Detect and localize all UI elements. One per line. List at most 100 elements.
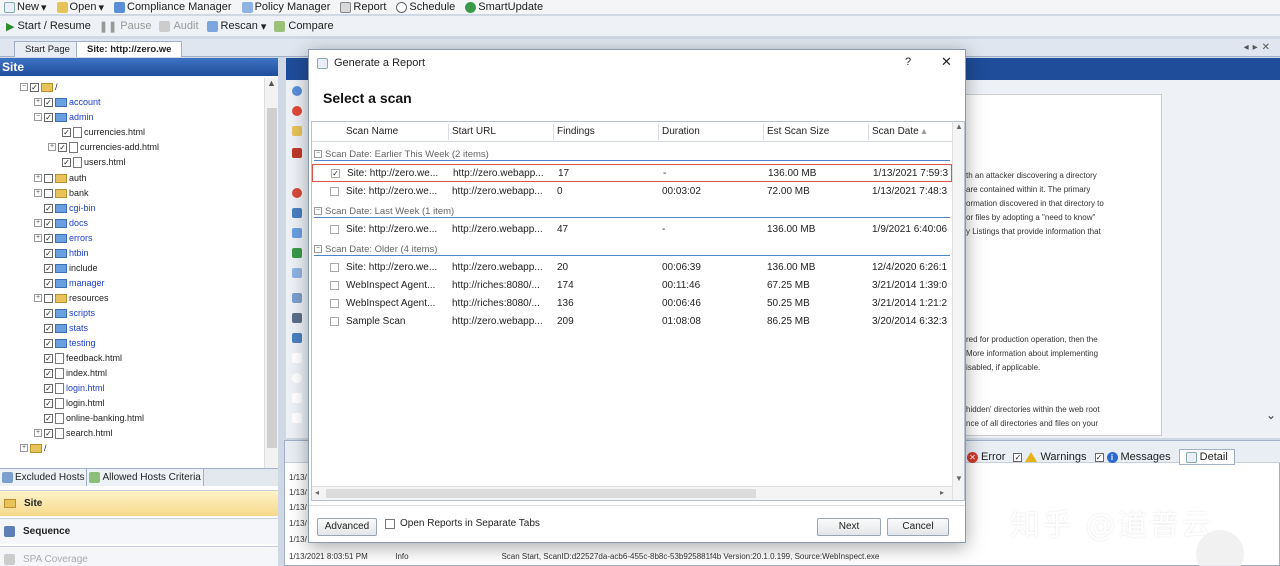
scroll-right-icon[interactable]: ▸ [940, 488, 944, 497]
scan-row[interactable]: Sample Scan http://zero.webapp... 209 01… [312, 313, 952, 331]
tree-node-file[interactable]: ✓ online-banking.html [34, 411, 144, 425]
group-header[interactable]: − Scan Date: Older (4 items) [314, 242, 437, 256]
filter-messages[interactable]: ✓ i Messages [1094, 451, 1171, 463]
tree-node-htbin[interactable]: ✓ htbin [34, 246, 89, 260]
collapse-icon[interactable]: − [314, 207, 322, 215]
log-row[interactable]: 1/13/2021 8:03:51 PM Info Scan Start, Sc… [289, 552, 879, 561]
link-icon[interactable] [292, 333, 302, 343]
tree-node-file[interactable]: ✓ users.html [62, 155, 126, 169]
nav-sequence[interactable]: Sequence [0, 518, 278, 544]
log-row[interactable]: 1/13/ [289, 473, 307, 482]
grid-horizontal-scrollbar[interactable]: ◂ ▸ [312, 486, 952, 500]
expand-icon[interactable]: + [34, 219, 42, 227]
expand-icon[interactable]: + [34, 189, 42, 197]
tree-node-cgi-bin[interactable]: ✓ cgi-bin [34, 201, 96, 215]
tree-node-file[interactable]: + ✓ search.html [34, 426, 113, 440]
tree-checkbox[interactable] [44, 293, 53, 303]
steps-icon[interactable] [292, 268, 302, 278]
nav-site[interactable]: Site [0, 490, 278, 516]
log-row[interactable]: 1/13/ [289, 535, 307, 544]
tree-node-errors[interactable]: + ✓ errors [34, 231, 93, 245]
tree-checkbox[interactable] [44, 188, 53, 198]
tree-node-testing[interactable]: ✓ testing [34, 336, 96, 350]
menu-schedule[interactable]: Schedule [396, 1, 455, 13]
tree-node-stats[interactable]: ✓ stats [34, 321, 88, 335]
expand-icon[interactable]: + [48, 143, 56, 151]
tree-node-resources[interactable]: + resources [34, 291, 109, 305]
column-header-duration[interactable]: Duration [662, 126, 700, 137]
tree-checkbox[interactable]: ✓ [62, 127, 71, 137]
links-icon[interactable] [292, 293, 302, 303]
tree-checkbox[interactable]: ✓ [44, 368, 53, 378]
menu-new[interactable]: New ▾ [4, 1, 47, 14]
column-header-findings[interactable]: Findings [557, 126, 595, 137]
cookie-icon[interactable] [292, 393, 302, 403]
open-separate-tabs-checkbox[interactable] [385, 518, 395, 529]
column-header-est-scan-size[interactable]: Est Scan Size [767, 126, 829, 137]
tree-node-bank[interactable]: + bank [34, 186, 89, 200]
row-checkbox[interactable] [330, 263, 339, 272]
tab-allowed-hosts[interactable]: Allowed Hosts Criteria [87, 469, 204, 486]
tree-checkbox[interactable]: ✓ [44, 263, 53, 273]
tree-checkbox[interactable]: ✓ [44, 97, 53, 107]
scan-row[interactable]: Site: http://zero.we... http://zero.weba… [312, 183, 952, 201]
rescan-button[interactable]: Rescan ▾ [206, 20, 266, 33]
tab-detail[interactable]: Detail [1178, 449, 1235, 465]
tree-node-manager[interactable]: ✓ manager [34, 276, 105, 290]
tree-checkbox[interactable]: ✓ [44, 398, 53, 408]
tree-checkbox[interactable]: ✓ [44, 413, 53, 423]
tree-node-file[interactable]: + ✓ currencies-add.html [48, 140, 159, 154]
nav-spa-coverage[interactable]: SPA Coverage [0, 546, 278, 566]
menu-policy-manager[interactable]: Policy Manager [241, 1, 330, 13]
column-header-scan-date[interactable]: Scan Date ▴ [872, 126, 927, 137]
tree-node-file[interactable]: ✓ login.html [34, 396, 105, 410]
tree-node-include[interactable]: ✓ include [34, 261, 98, 275]
expand-icon[interactable]: + [34, 429, 42, 437]
expand-icon[interactable]: + [34, 98, 42, 106]
next-button[interactable]: Next [817, 518, 881, 536]
collapse-icon[interactable]: − [20, 83, 28, 91]
collapse-icon[interactable]: − [314, 150, 322, 158]
log-row[interactable]: 1/13/ [289, 488, 307, 497]
text-icon[interactable] [292, 373, 302, 383]
log-row[interactable]: 1/13/ [289, 503, 307, 512]
group-header[interactable]: − Scan Date: Earlier This Week (2 items) [314, 147, 489, 161]
start-resume-button[interactable]: ▶ Start / Resume [6, 20, 91, 33]
tree-checkbox[interactable]: ✓ [44, 248, 53, 258]
tree-node-account[interactable]: + ✓ account [34, 95, 101, 109]
tree-checkbox[interactable]: ✓ [44, 338, 53, 348]
compare-button[interactable]: Compare [274, 20, 334, 32]
row-checkbox[interactable]: ✓ [331, 169, 340, 178]
comments-icon[interactable] [292, 353, 302, 363]
filter-warnings[interactable]: ✓ Warnings [1013, 451, 1087, 463]
tree-checkbox[interactable]: ✓ [44, 112, 53, 122]
tab-excluded-hosts[interactable]: Excluded Hosts [0, 469, 88, 486]
tree-node-root[interactable]: − ✓ / [20, 80, 58, 94]
tree-checkbox[interactable]: ✓ [44, 323, 53, 333]
scroll-thumb[interactable] [267, 108, 277, 448]
scroll-left-icon[interactable]: ◂ [315, 488, 319, 497]
tree-node-file[interactable]: ✓ feedback.html [34, 351, 122, 365]
tree-checkbox[interactable]: ✓ [58, 142, 67, 152]
tree-node-admin[interactable]: − ✓ admin [34, 110, 94, 124]
tree-node-root-2[interactable]: + / [20, 441, 47, 455]
scan-row[interactable]: WebInspect Agent... http://riches:8080/.… [312, 295, 952, 313]
audit-button[interactable]: Audit [159, 20, 199, 32]
cancel-button[interactable]: Cancel [887, 518, 949, 536]
chevron-down-icon[interactable]: ⌄ [1266, 408, 1276, 422]
tree-checkbox[interactable]: ✓ [44, 203, 53, 213]
tree-node-docs[interactable]: + ✓ docs [34, 216, 88, 230]
note-icon[interactable] [292, 126, 302, 136]
tree-node-file[interactable]: ✓ login.html [34, 381, 105, 395]
tree-checkbox[interactable]: ✓ [44, 308, 53, 318]
column-header-start-url[interactable]: Start URL [452, 126, 496, 137]
script-icon[interactable] [292, 413, 302, 423]
row-checkbox[interactable] [330, 225, 339, 234]
tab-start-page[interactable]: Start Page [14, 41, 81, 57]
request-icon[interactable] [292, 208, 302, 218]
alert-icon[interactable] [292, 106, 302, 116]
tree-node-auth[interactable]: + auth [34, 171, 87, 185]
tree-checkbox[interactable]: ✓ [30, 82, 39, 92]
collapse-icon[interactable]: − [34, 113, 42, 121]
column-header-scan-name[interactable]: Scan Name [346, 126, 398, 137]
